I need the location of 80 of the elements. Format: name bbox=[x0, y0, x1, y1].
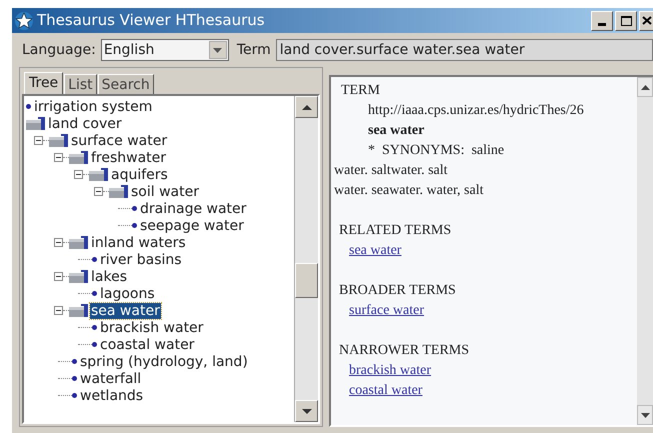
collapse-toggle-icon[interactable] bbox=[54, 306, 63, 315]
tree-item[interactable]: spring (hydrology, land) bbox=[79, 354, 249, 370]
term-label: Term bbox=[236, 40, 271, 60]
tree-item[interactable]: irrigation system bbox=[33, 98, 154, 114]
collapse-toggle-icon[interactable] bbox=[54, 272, 63, 281]
bullet-icon bbox=[92, 325, 97, 330]
tree-item[interactable]: sea water bbox=[90, 302, 161, 318]
term-field[interactable]: land cover.surface water.sea water bbox=[276, 39, 653, 61]
term-link[interactable]: coastal water bbox=[349, 383, 422, 398]
close-button[interactable] bbox=[639, 10, 653, 30]
tree-item[interactable]: freshwater bbox=[90, 150, 168, 166]
window-title: Thesaurus Viewer HThesaurus bbox=[37, 10, 265, 32]
tree-item[interactable]: seepage water bbox=[139, 218, 245, 234]
folder-icon bbox=[69, 270, 88, 283]
collapse-toggle-icon[interactable] bbox=[54, 238, 63, 247]
folder-icon bbox=[69, 304, 88, 317]
up-arrow-icon bbox=[640, 84, 650, 90]
language-label: Language: bbox=[22, 40, 96, 60]
folder-icon bbox=[89, 168, 108, 181]
tree-item[interactable]: land cover bbox=[47, 116, 123, 132]
bullet-icon bbox=[26, 104, 31, 109]
synonyms-text: * SYNONYMS: saline bbox=[367, 142, 506, 160]
tree-item[interactable]: waterfall bbox=[79, 370, 142, 386]
folder-icon bbox=[49, 134, 68, 147]
tab[interactable]: Tree bbox=[24, 72, 64, 94]
synonyms-text: water. saltwater. salt bbox=[333, 162, 449, 180]
tree-item[interactable]: drainage water bbox=[139, 200, 248, 216]
minimize-icon bbox=[598, 22, 606, 26]
bullet-icon bbox=[132, 206, 137, 211]
bullet-icon bbox=[132, 223, 137, 228]
collapse-toggle-icon[interactable] bbox=[34, 136, 43, 145]
term-name: sea water bbox=[367, 122, 426, 140]
term-link[interactable]: brackish water bbox=[349, 363, 432, 378]
bullet-icon bbox=[72, 376, 77, 381]
folder-icon bbox=[69, 236, 88, 249]
maximize-button[interactable] bbox=[615, 10, 637, 30]
bullet-icon bbox=[72, 359, 77, 364]
term-uri: http://iaaa.cps.unizar.es/hydricThes/26 bbox=[367, 102, 585, 120]
tab[interactable]: List bbox=[64, 74, 97, 94]
collapse-toggle-icon[interactable] bbox=[74, 170, 83, 179]
tree-item[interactable]: inland waters bbox=[90, 234, 187, 250]
tree-item[interactable]: lagoons bbox=[99, 286, 156, 302]
term-link[interactable]: sea water bbox=[349, 243, 402, 258]
scroll-thumb[interactable] bbox=[295, 263, 318, 298]
vertical-scrollbar[interactable] bbox=[637, 77, 653, 425]
tree-item[interactable]: lakes bbox=[90, 268, 128, 284]
bullet-icon bbox=[92, 342, 97, 347]
bullet-icon bbox=[92, 291, 97, 296]
maximize-icon bbox=[620, 16, 632, 26]
minimize-button[interactable] bbox=[591, 10, 613, 30]
tree-item[interactable]: brackish water bbox=[99, 320, 204, 336]
section-heading: BROADER TERMS bbox=[338, 282, 457, 300]
star-logo-icon bbox=[14, 10, 34, 30]
synonyms-text: water. seawater. water, salt bbox=[333, 182, 484, 200]
folder-icon bbox=[69, 151, 88, 164]
collapse-toggle-icon[interactable] bbox=[54, 153, 63, 162]
section-heading: RELATED TERMS bbox=[338, 222, 452, 240]
tab[interactable]: Search bbox=[98, 74, 154, 94]
scroll-up-button[interactable] bbox=[637, 77, 653, 97]
down-arrow-icon bbox=[302, 408, 312, 414]
tree-item[interactable]: coastal water bbox=[99, 336, 196, 352]
tree-item[interactable]: wetlands bbox=[79, 388, 144, 404]
collapse-toggle-icon[interactable] bbox=[94, 187, 103, 196]
language-dropdown[interactable]: English bbox=[100, 39, 229, 61]
section-heading: TERM bbox=[340, 82, 381, 100]
term-link[interactable]: surface water bbox=[349, 303, 424, 318]
bullet-icon bbox=[72, 393, 77, 398]
up-arrow-icon bbox=[302, 104, 312, 110]
folder-icon bbox=[109, 185, 128, 198]
vertical-scrollbar[interactable] bbox=[294, 96, 318, 422]
tree-item[interactable]: river basins bbox=[99, 252, 183, 268]
folder-icon bbox=[26, 117, 45, 130]
close-icon bbox=[642, 16, 652, 25]
down-arrow-icon bbox=[640, 412, 650, 418]
tree-item[interactable]: soil water bbox=[130, 184, 200, 200]
tree-item[interactable]: surface water bbox=[70, 132, 168, 148]
section-heading: NARROWER TERMS bbox=[338, 342, 470, 360]
bullet-icon bbox=[92, 257, 97, 262]
tree-item[interactable]: aquifers bbox=[110, 166, 169, 182]
scroll-down-button[interactable] bbox=[637, 405, 653, 425]
